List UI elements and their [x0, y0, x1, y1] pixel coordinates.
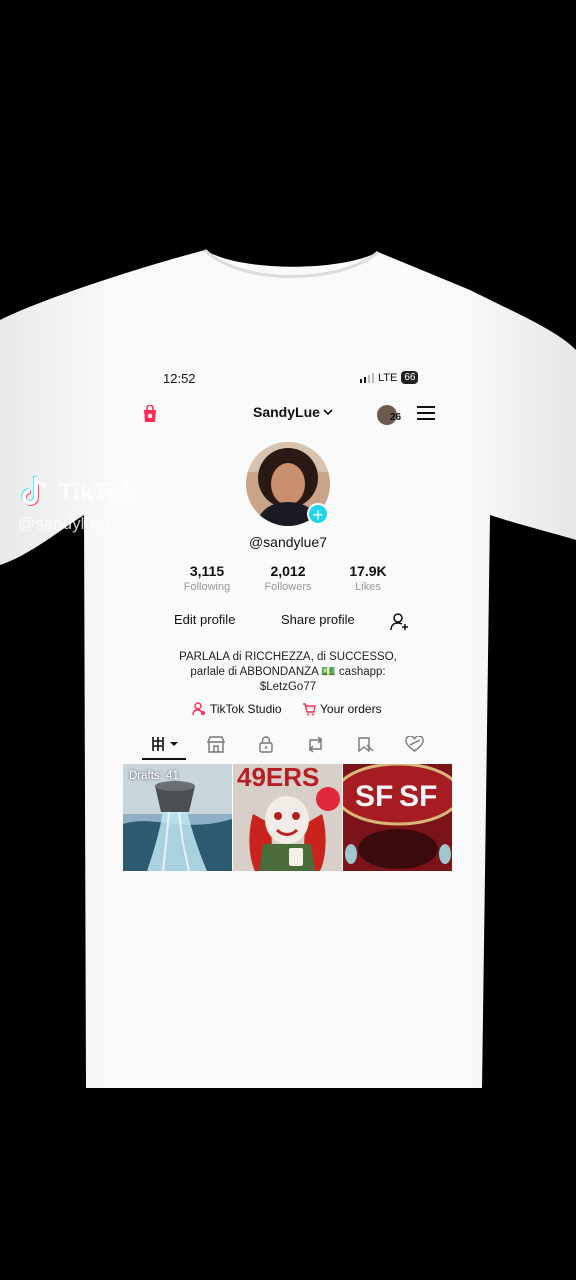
repost-icon[interactable]	[306, 736, 325, 753]
watermark-brand: TikTok	[58, 476, 137, 507]
bio-line: $LetzGo77	[259, 681, 317, 693]
49ers-logo-thumbnail: SF SF	[343, 764, 452, 871]
tiktok-studio-label: TikTok Studio	[210, 702, 282, 716]
tiktok-logo-icon	[21, 476, 47, 506]
status-time: 12:52	[163, 371, 196, 386]
drafts-count-label: Drafts: 41	[129, 770, 179, 782]
stat-followers[interactable]: 2,012 Followers	[248, 563, 328, 593]
clown-49ers-thumbnail: 49ERS	[233, 764, 342, 871]
studio-person-icon	[192, 702, 205, 716]
stat-value: 2,012	[270, 563, 306, 579]
profile-bio: PARLALA di RICCHEZZA, di SUCCESSO, parla…	[160, 650, 416, 695]
signal-icon	[360, 372, 374, 383]
video-grid: Drafts: 41 49ERS SF SF	[123, 764, 453, 871]
tiktok-watermark: TikTok @sandylue7	[18, 474, 137, 534]
videos-grid-icon[interactable]	[151, 736, 181, 752]
svg-text:SF: SF	[399, 780, 437, 813]
liked-heart-icon[interactable]	[405, 736, 424, 753]
notification-count: 26	[390, 412, 402, 423]
stat-label: Following	[183, 581, 231, 593]
stat-likes[interactable]: 17.9K Likes	[328, 563, 408, 593]
cart-icon	[303, 703, 316, 716]
profile-header: SandyLue 26	[0, 403, 576, 425]
share-profile-button[interactable]: Share profile	[281, 612, 355, 627]
menu-icon[interactable]	[417, 406, 435, 420]
active-tab-indicator	[142, 758, 186, 760]
edit-profile-button[interactable]: Edit profile	[174, 612, 235, 627]
network-type: LTE	[378, 371, 398, 384]
username-switcher[interactable]: SandyLue	[253, 404, 333, 420]
watermark-handle: @sandylue7	[18, 514, 113, 533]
status-bar: 12:52 LTE 66	[0, 370, 576, 390]
add-photo-button[interactable]: +	[307, 503, 329, 525]
content-tabs	[0, 736, 576, 760]
stat-label: Followers	[264, 581, 312, 593]
svg-text:49ERS: 49ERS	[237, 764, 319, 792]
drafts-thumbnail[interactable]: Drafts: 41	[123, 764, 232, 871]
shop-bag-icon[interactable]	[142, 405, 158, 423]
bio-line: PARLALA di RICCHEZZA, di SUCCESSO,	[179, 651, 397, 663]
battery-icon: 66	[401, 371, 419, 384]
stat-value: 17.9K	[349, 563, 387, 579]
tshirt-background	[0, 248, 576, 1088]
chevron-down-icon	[323, 409, 333, 416]
svg-text:SF: SF	[355, 780, 393, 813]
your-orders-label: Your orders	[320, 702, 382, 716]
stat-label: Likes	[355, 581, 381, 593]
shop-icon[interactable]	[207, 736, 225, 753]
video-thumbnail[interactable]: 49ERS	[233, 764, 342, 871]
favorites-bookmark-icon[interactable]	[357, 736, 374, 753]
add-friend-icon[interactable]	[390, 613, 410, 631]
lock-icon[interactable]	[258, 736, 274, 753]
bio-line: parlale di ABBONDANZA 💵 cashapp:	[190, 666, 386, 678]
profile-username: SandyLue	[253, 404, 320, 420]
your-orders-link[interactable]: Your orders	[302, 702, 382, 716]
tiktok-studio-link[interactable]: TikTok Studio	[192, 702, 282, 716]
video-thumbnail[interactable]: SF SF	[343, 764, 452, 871]
stat-following[interactable]: 3,115 Following	[167, 563, 247, 593]
stat-value: 3,115	[189, 563, 225, 579]
network-indicator: LTE 66	[360, 371, 419, 384]
profile-handle: @sandylue7	[248, 534, 328, 550]
